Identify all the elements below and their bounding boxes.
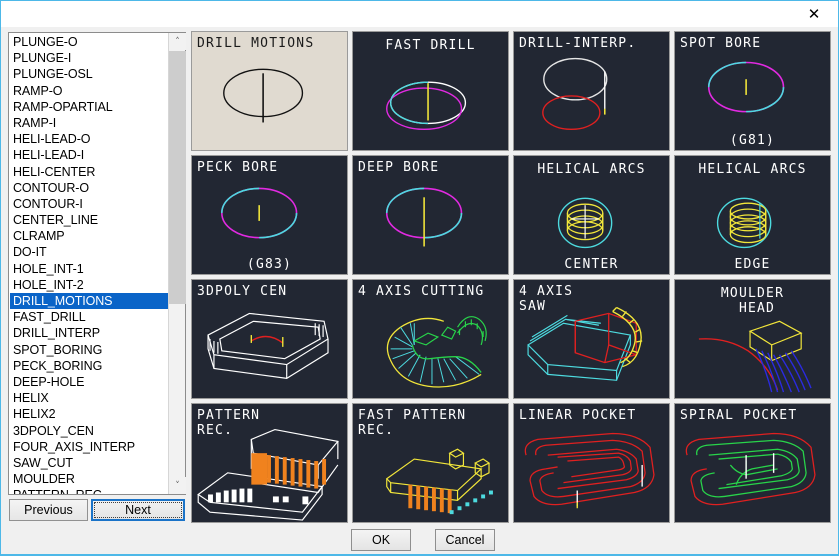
list-scrollbar[interactable]: ˄ ˅ [168,33,186,494]
list-item[interactable]: PLUNGE-OSL [10,66,168,82]
preview-tile-3dpoly-cen[interactable]: 3DPOLY CEN [191,279,348,399]
list-item[interactable]: CENTER_LINE [10,212,168,228]
preview-artwork [192,156,347,274]
preview-artwork [514,404,669,522]
list-item[interactable]: MOULDER [10,471,168,487]
next-button[interactable]: Next [91,499,185,521]
scroll-down-icon[interactable]: ˅ [169,477,186,494]
list-item[interactable]: PLUNGE-O [10,34,168,50]
list-item[interactable]: RAMP-OPARTIAL [10,99,168,115]
cancel-button[interactable]: Cancel [435,529,495,551]
preview-tile-moulder-head[interactable]: MOULDER HEAD [674,279,831,399]
preview-tile-spot-bore[interactable]: SPOT BORE (G81) [674,31,831,151]
title-bar: ✕ [1,1,838,27]
preview-grid: DRILL MOTIONS FAST DRILL DRILL-INTERP. S… [191,31,836,524]
preview-artwork [353,404,508,522]
list-item[interactable]: HELI-CENTER [10,164,168,180]
preview-tile-helical-arcs-edge[interactable]: HELICAL ARCS EDGE [674,155,831,275]
preview-artwork [675,280,830,398]
preview-tile-drill-motions[interactable]: DRILL MOTIONS [191,31,348,151]
list-item[interactable]: HOLE_INT-1 [10,261,168,277]
list-item[interactable]: DEEP-HOLE [10,374,168,390]
preview-artwork [675,156,830,274]
macro-list-panel: PLUNGE-O PLUNGE-I PLUNGE-OSL RAMP-O RAMP-OPA… [8,32,186,495]
list-item[interactable]: DRILL_INTERP [10,325,168,341]
scroll-up-icon[interactable]: ˄ [169,33,186,50]
list-item[interactable]: PATTERN_REC [10,487,168,494]
preview-tile-deep-bore[interactable]: DEEP BORE [352,155,509,275]
list-item[interactable]: CLRAMP [10,228,168,244]
list-item[interactable]: RAMP-I [10,115,168,131]
preview-artwork [353,156,508,274]
preview-tile-4-axis-cutting[interactable]: 4 AXIS CUTTING [352,279,509,399]
list-item[interactable]: HELIX2 [10,406,168,422]
list-item[interactable]: PLUNGE-I [10,50,168,66]
previous-button[interactable]: Previous [9,499,88,521]
preview-artwork [192,404,347,522]
list-item[interactable]: HOLE_INT-2 [10,277,168,293]
scrollbar-thumb[interactable] [169,51,186,304]
list-item[interactable]: PECK_BORING [10,358,168,374]
list-item[interactable]: FOUR_AXIS_INTERP [10,439,168,455]
preview-tile-fast-pattern-rec[interactable]: FAST PATTERN REC. [352,403,509,523]
preview-artwork [514,280,669,398]
preview-artwork [192,32,347,150]
list-item[interactable]: SPOT_BORING [10,342,168,358]
preview-tile-linear-pocket[interactable]: LINEAR POCKET [513,403,670,523]
list-item[interactable]: HELI-LEAD-O [10,131,168,147]
preview-tile-pattern-rec[interactable]: PATTERN REC. [191,403,348,523]
list-item[interactable]: CONTOUR-O [10,180,168,196]
preview-tile-drill-interp[interactable]: DRILL-INTERP. [513,31,670,151]
preview-artwork [514,156,669,274]
list-item[interactable]: HELI-LEAD-I [10,147,168,163]
preview-artwork [353,32,508,150]
list-item[interactable]: HELIX [10,390,168,406]
preview-tile-4-axis-saw[interactable]: 4 AXIS SAW [513,279,670,399]
preview-artwork [675,404,830,522]
list-item[interactable]: CONTOUR-I [10,196,168,212]
macro-list[interactable]: PLUNGE-O PLUNGE-I PLUNGE-OSL RAMP-O RAMP-OPA… [9,33,168,494]
preview-artwork [192,280,347,398]
list-item[interactable]: DRILL_MOTIONS [10,293,168,310]
list-item[interactable]: DO-IT [10,244,168,260]
list-item[interactable]: RAMP-O [10,83,168,99]
preview-artwork [675,32,830,150]
preview-tile-spiral-pocket[interactable]: SPIRAL POCKET [674,403,831,523]
preview-artwork [353,280,508,398]
macro-selection-dialog: ✕ PLUNGE-O PLUNGE-I PLUNGE-OSL RAMP-O RAMP-O… [0,0,839,556]
preview-tile-helical-arcs-center[interactable]: HELICAL ARCS CENTER [513,155,670,275]
close-icon[interactable]: ✕ [792,2,836,27]
preview-artwork [514,32,669,150]
ok-button[interactable]: OK [351,529,411,551]
preview-tile-peck-bore[interactable]: PECK BORE (G83) [191,155,348,275]
list-item[interactable]: 3DPOLY_CEN [10,423,168,439]
list-item[interactable]: FAST_DRILL [10,309,168,325]
preview-tile-fast-drill[interactable]: FAST DRILL [352,31,509,151]
list-item[interactable]: SAW_CUT [10,455,168,471]
next-button-label: Next [125,503,151,517]
